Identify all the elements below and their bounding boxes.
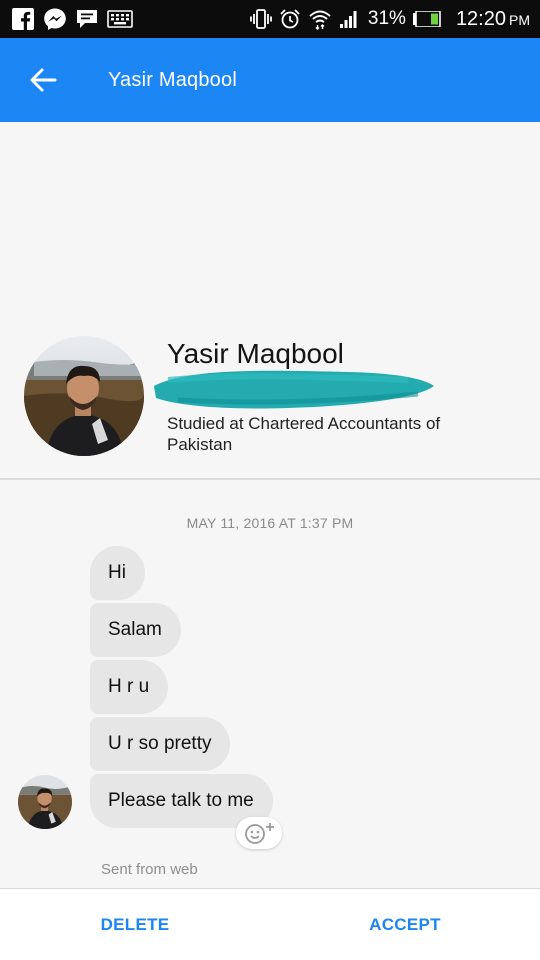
status-bar: 31% 12:20 PM xyxy=(0,0,540,38)
sender-avatar[interactable] xyxy=(18,775,72,829)
profile-name: Yasir Maqbool xyxy=(167,338,344,369)
vibrate-icon xyxy=(250,8,272,30)
arrow-left-icon xyxy=(30,68,57,92)
message-bubble[interactable]: U r so pretty xyxy=(90,717,231,771)
battery-icon xyxy=(412,11,441,27)
clock-ampm: PM xyxy=(509,11,530,28)
clock-time: 12:20 xyxy=(455,7,506,30)
signal-icon xyxy=(339,9,359,29)
profile-subtitle: Studied at Chartered Accountants of Paki… xyxy=(167,414,441,454)
keyboard-icon xyxy=(107,9,133,29)
message-bubble[interactable]: Hi xyxy=(90,546,145,600)
sent-from-label: Sent from web xyxy=(101,861,198,878)
battery-percentage: 31% xyxy=(367,8,406,29)
alarm-icon xyxy=(279,8,301,30)
facebook-icon xyxy=(12,8,34,30)
chat-notification-icon xyxy=(76,8,98,30)
conversation: MAY 11, 2016 AT 1:37 PM Hi Salam H r u U… xyxy=(0,480,540,888)
system-status: 31% 12:20 PM xyxy=(250,8,530,31)
wifi-icon xyxy=(308,8,332,30)
app-header: Yasir Maqbool xyxy=(0,38,540,122)
message-bubble[interactable]: H r u xyxy=(90,660,169,714)
message-bubble[interactable]: Salam xyxy=(90,603,181,657)
notification-icons xyxy=(12,7,133,31)
profile-card: Yasir Maqbool Studied at Chartered Accou… xyxy=(0,122,540,480)
header-title: Yasir Maqbool xyxy=(108,68,237,91)
message-request-actions: DELETE ACCEPT xyxy=(0,888,540,960)
accept-button[interactable]: ACCEPT xyxy=(350,889,460,960)
messenger-icon xyxy=(43,7,67,31)
message-timestamp: MAY 11, 2016 AT 1:37 PM xyxy=(186,515,354,531)
smiley-plus-icon xyxy=(245,823,274,844)
profile-avatar[interactable] xyxy=(24,336,144,456)
clock: 12:20 PM xyxy=(456,8,530,31)
delete-button[interactable]: DELETE xyxy=(80,889,190,960)
add-reaction-button[interactable] xyxy=(236,817,282,849)
back-button[interactable] xyxy=(26,63,60,97)
